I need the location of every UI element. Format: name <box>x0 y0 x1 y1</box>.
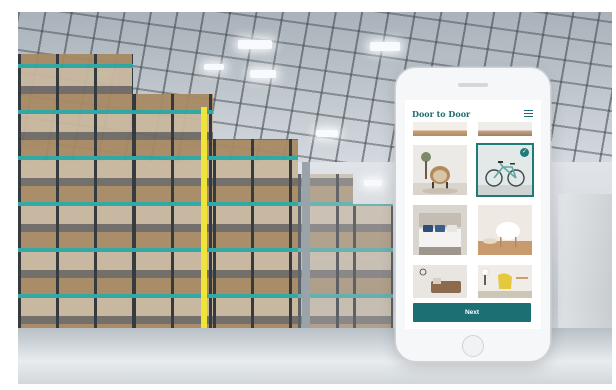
phone-mockup: Door to Door ✓ Next <box>396 68 550 361</box>
yellow-chair-image <box>478 265 532 298</box>
photo-tile-living-room[interactable] <box>413 265 467 298</box>
white-chair-image <box>478 205 532 255</box>
phone-home-button[interactable] <box>462 335 484 357</box>
rattan-chair-image <box>413 145 467 195</box>
bedroom-image <box>413 205 467 255</box>
hamburger-menu-icon[interactable] <box>524 110 533 118</box>
ceiling-light <box>204 64 224 70</box>
checkmark-icon: ✓ <box>520 148 529 157</box>
ceiling-light <box>238 40 272 49</box>
storage-rack <box>18 54 133 344</box>
living-room-image <box>413 265 467 298</box>
yellow-pillar <box>201 107 207 343</box>
ceiling-light <box>250 70 276 78</box>
photo-tile-wood-shelf[interactable] <box>413 122 467 136</box>
photo-tile-wood-shelf[interactable] <box>478 122 532 136</box>
brand-logo: Door to Door <box>412 109 471 119</box>
storage-rack <box>213 139 298 344</box>
photo-tile-rattan-chair[interactable] <box>413 145 467 195</box>
ceiling-light <box>370 42 400 51</box>
phone-speaker <box>458 83 488 87</box>
ceiling-light <box>364 180 382 186</box>
ceiling-light <box>316 130 338 137</box>
support-pillar <box>302 162 310 342</box>
photo-tile-yellow-chair[interactable] <box>478 265 532 298</box>
storage-rack <box>353 204 393 344</box>
next-button[interactable]: Next <box>413 303 531 322</box>
photo-tile-bedroom[interactable] <box>413 205 467 255</box>
photo-tile-white-chair[interactable] <box>478 205 532 255</box>
phone-screen: Door to Door ✓ Next <box>405 100 541 329</box>
photo-tile-bicycle[interactable]: ✓ <box>478 145 532 195</box>
warehouse-wall <box>558 194 612 344</box>
